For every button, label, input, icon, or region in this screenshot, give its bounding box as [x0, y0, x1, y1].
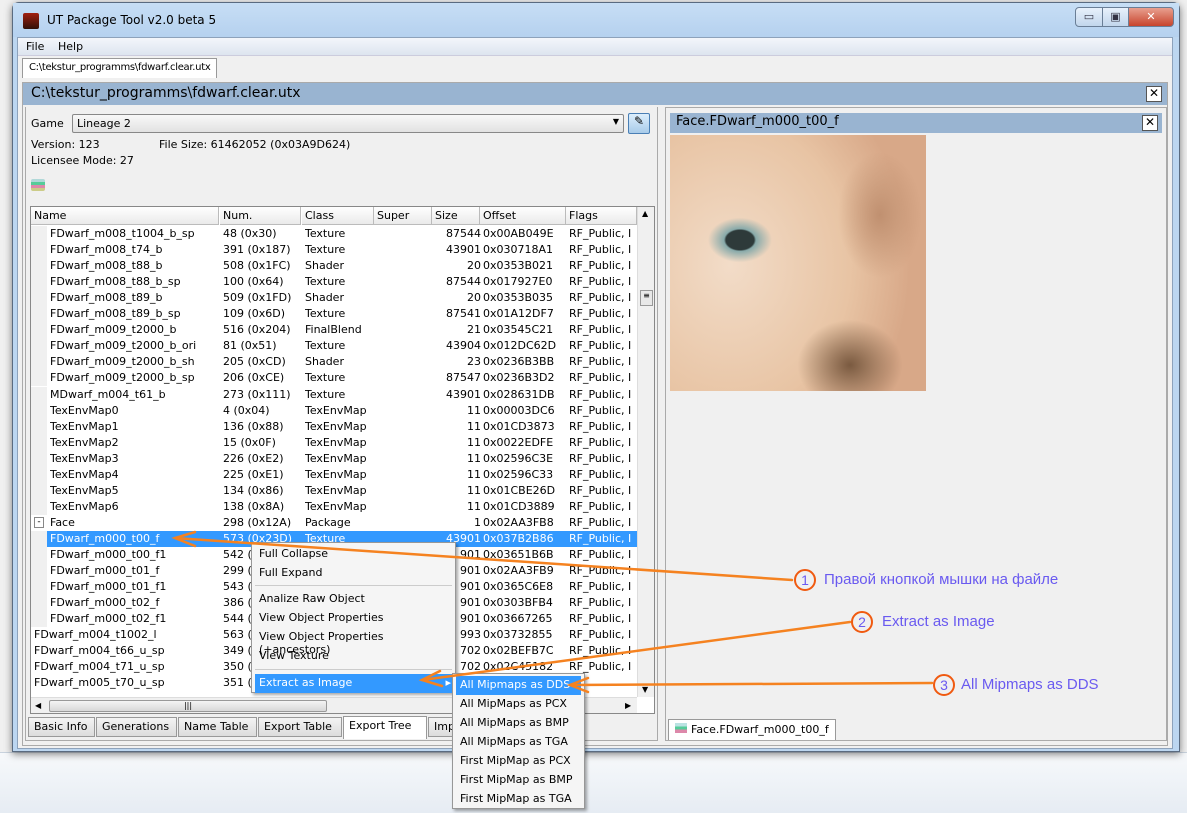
annotation-badge-1: 1: [794, 569, 816, 591]
annotation-line-2: [420, 620, 852, 682]
annotation-text-1: Правой кнопкой мышки на файле: [824, 571, 1059, 588]
annotation-text-2: Extract as Image: [882, 613, 995, 630]
annotation-badge-2: 2: [851, 611, 873, 633]
annotation-text-3: All Mipmaps as DDS: [961, 676, 1099, 693]
annotation-badge-3: 3: [933, 674, 955, 696]
annotation-line-3: [568, 681, 934, 687]
annotation-line-1: [173, 536, 794, 582]
